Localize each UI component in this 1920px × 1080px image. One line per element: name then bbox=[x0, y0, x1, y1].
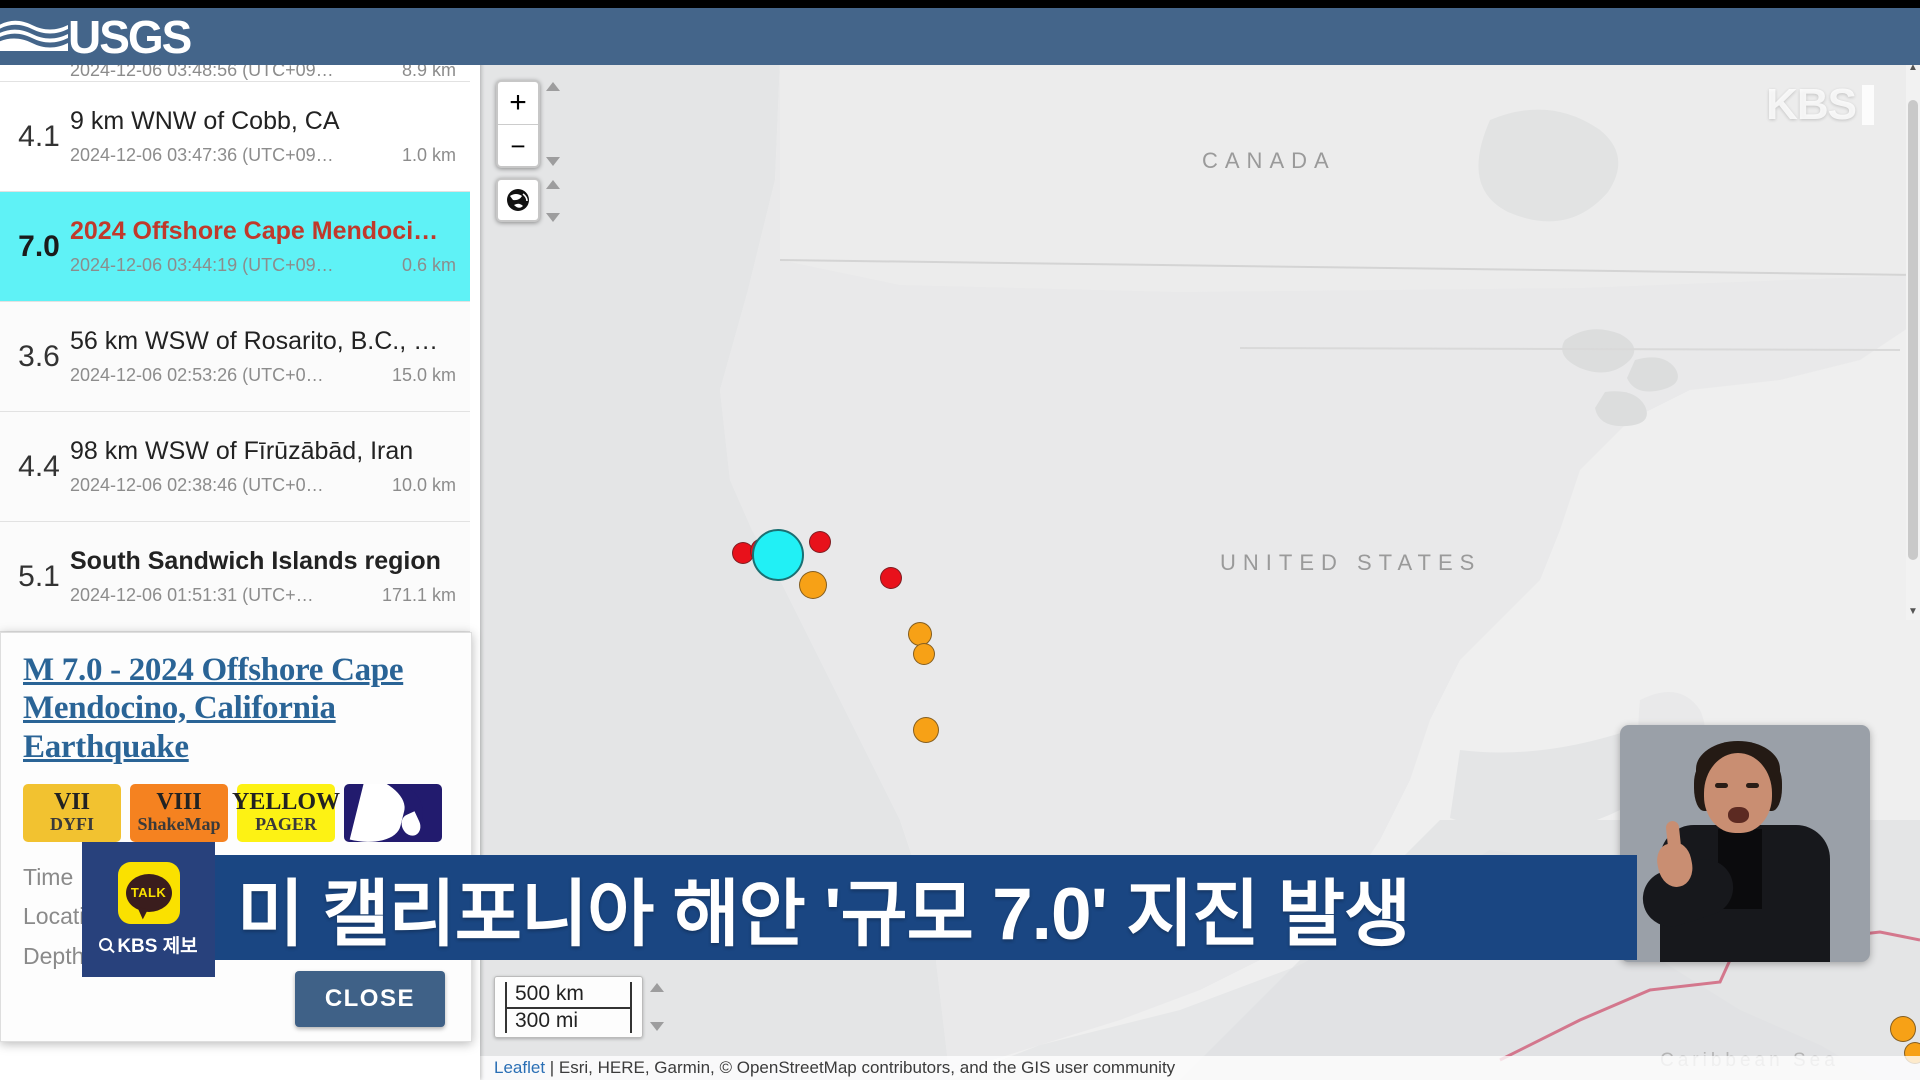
scale-mi: 300 mi bbox=[505, 1008, 632, 1033]
news-subtitle-banner: 미 캘리포니아 해안 '규모 7.0' 지진 발생 bbox=[82, 855, 1637, 960]
map-scale-bar: 500 km 300 mi bbox=[494, 976, 664, 1038]
usgs-wordmark: USGS bbox=[68, 10, 192, 63]
quake-marker-orange-5[interactable] bbox=[1890, 1016, 1916, 1042]
kbs-tip-label: KBS 제보 bbox=[99, 931, 198, 958]
quake-marker-red-3[interactable] bbox=[809, 531, 831, 553]
quake-marker-main-m70[interactable] bbox=[752, 529, 804, 581]
list-item[interactable]: 5.1 South Sandwich Islands region 2024-1… bbox=[0, 522, 470, 632]
kakaotalk-bubble-label: TALK bbox=[125, 873, 172, 912]
list-item[interactable]: 4.4 98 km WSW of Fīrūzābād, Iran 2024-12… bbox=[0, 412, 470, 522]
badge-shakemap-label: ShakeMap bbox=[137, 814, 221, 835]
zoom-controls[interactable]: + − bbox=[496, 80, 540, 168]
event-title: 56 km WSW of Rosarito, B.C., … bbox=[70, 327, 439, 355]
list-item[interactable]: 4.1 9 km WNW of Cobb, CA 2024-12-06 03:4… bbox=[0, 82, 470, 192]
scale-spinner[interactable] bbox=[646, 983, 668, 1032]
event-badges: VII DYFI VIII ShakeMap YELLOW PAGER bbox=[23, 783, 449, 842]
signer-eye-right bbox=[1746, 783, 1759, 788]
scale-km: 500 km bbox=[505, 982, 632, 1009]
event-depth: 0.6 km bbox=[401, 255, 456, 275]
event-time: 2024-12-06 03:44:19 (UTC+09… bbox=[70, 255, 334, 275]
event-depth: 15.0 km bbox=[391, 365, 456, 385]
kbs-tip-text: KBS 제보 bbox=[117, 935, 198, 957]
event-time: 2024-12-06 01:51:31 (UTC+… bbox=[70, 585, 314, 605]
quake-marker-orange-2[interactable] bbox=[908, 622, 932, 646]
zoom-out-button[interactable]: − bbox=[498, 124, 538, 166]
quake-marker-orange-4[interactable] bbox=[913, 717, 939, 743]
usgs-wave-logo-icon bbox=[0, 20, 68, 51]
scroll-down-icon[interactable]: ▼ bbox=[1907, 606, 1919, 618]
badge-shakemap[interactable]: VIII ShakeMap bbox=[130, 783, 228, 842]
badge-moment-tensor[interactable] bbox=[344, 783, 442, 842]
event-depth: 10.0 km bbox=[391, 475, 456, 495]
event-popup-title-link[interactable]: M 7.0 - 2024 Offshore Cape Mendocino, Ca… bbox=[23, 651, 449, 766]
event-time: 2024-12-06 03:47:36 (UTC+09… bbox=[70, 145, 334, 165]
kbs-channel-number-icon bbox=[1862, 85, 1874, 125]
list-item[interactable]: 3.6 56 km WSW of Rosarito, B.C., … 2024-… bbox=[0, 302, 470, 412]
spinner-up-icon[interactable] bbox=[546, 82, 560, 91]
badge-shakemap-intensity: VIII bbox=[156, 789, 202, 816]
news-headline-text: 미 캘리포니아 해안 '규모 7.0' 지진 발생 bbox=[237, 873, 1411, 955]
scale-spinner-up-icon[interactable] bbox=[649, 983, 664, 993]
usgs-header-bar: USGS bbox=[0, 8, 1920, 65]
event-time: 2024-12-06 02:53:26 (UTC+0… bbox=[70, 365, 324, 385]
event-magnitude: 7.0 bbox=[18, 229, 60, 263]
event-time: 2024-12-06 02:38:46 (UTC+0… bbox=[70, 475, 324, 495]
sign-language-interpreter-window bbox=[1620, 725, 1870, 962]
map-attribution: Leaflet | Esri, HERE, Garmin, © OpenStre… bbox=[480, 1056, 1920, 1080]
event-magnitude: 3.6 bbox=[18, 339, 60, 373]
badge-dyfi-intensity: VII bbox=[53, 789, 90, 816]
kbs-channel-watermark: KBS bbox=[1766, 80, 1874, 130]
list-item-selected[interactable]: 7.0 2024 Offshore Cape Mendoci… 2024-12-… bbox=[0, 192, 470, 302]
kbs-watermark-text: KBS bbox=[1766, 80, 1857, 129]
event-magnitude: 5.1 bbox=[18, 559, 60, 593]
scale-spinner-down-icon[interactable] bbox=[649, 1022, 664, 1032]
spinner-down-icon[interactable] bbox=[546, 157, 560, 166]
close-button[interactable]: CLOSE bbox=[294, 971, 445, 1027]
zoom-in-button[interactable]: + bbox=[498, 82, 538, 124]
quake-marker-orange-3[interactable] bbox=[913, 643, 935, 665]
event-title: 98 km WSW of Fīrūzābād, Iran bbox=[70, 437, 414, 465]
quake-marker-red-4[interactable] bbox=[880, 567, 902, 589]
usgs-logo[interactable]: USGS bbox=[0, 8, 192, 65]
event-title: South Sandwich Islands region bbox=[70, 547, 441, 575]
attribution-text: | Esri, HERE, Garmin, © OpenStreetMap co… bbox=[545, 1058, 1176, 1077]
event-depth: 1.0 km bbox=[401, 145, 456, 165]
list-scroll-thumb[interactable] bbox=[1908, 100, 1918, 560]
leaflet-link[interactable]: Leaflet bbox=[494, 1058, 545, 1077]
globe-icon bbox=[507, 189, 529, 211]
signer-eye-left bbox=[1715, 783, 1728, 788]
event-depth: 171.1 km bbox=[381, 585, 456, 605]
basemap-spinner-up-icon[interactable] bbox=[546, 180, 560, 189]
quake-marker-orange-1[interactable] bbox=[799, 571, 827, 599]
signer-mouth bbox=[1728, 807, 1749, 823]
badge-dyfi-label: DYFI bbox=[50, 814, 94, 835]
basemap-spinner-down-icon[interactable] bbox=[546, 213, 560, 222]
badge-pager-label: PAGER bbox=[255, 814, 317, 835]
basemap-spinner[interactable] bbox=[542, 180, 564, 222]
badge-pager[interactable]: YELLOW PAGER bbox=[232, 783, 340, 842]
basemap-toggle-button[interactable] bbox=[496, 178, 540, 222]
zoom-spinner[interactable] bbox=[542, 82, 564, 166]
badge-dyfi[interactable]: VII DYFI bbox=[23, 783, 121, 842]
kakaotalk-icon[interactable]: TALK bbox=[117, 861, 180, 924]
badge-pager-level: YELLOW bbox=[231, 789, 341, 816]
signer-pointing-finger bbox=[1665, 820, 1682, 854]
earthquake-list: 2024-12-06 03:48:56 (UTC+09… 8.9 km 4.1 … bbox=[0, 60, 470, 632]
event-detail-popup[interactable]: M 7.0 - 2024 Offshore Cape Mendocino, Ca… bbox=[0, 632, 472, 1042]
event-title: 2024 Offshore Cape Mendoci… bbox=[70, 217, 439, 245]
event-title: 9 km WNW of Cobb, CA bbox=[70, 107, 340, 135]
event-magnitude: 4.4 bbox=[18, 449, 60, 483]
kbs-tip-box[interactable]: TALK KBS 제보 bbox=[82, 842, 215, 977]
list-scrollbar[interactable]: ▲ ▼ bbox=[1906, 60, 1920, 620]
beachball-icon bbox=[363, 783, 423, 842]
search-icon bbox=[99, 937, 113, 951]
event-magnitude: 4.1 bbox=[18, 119, 60, 153]
